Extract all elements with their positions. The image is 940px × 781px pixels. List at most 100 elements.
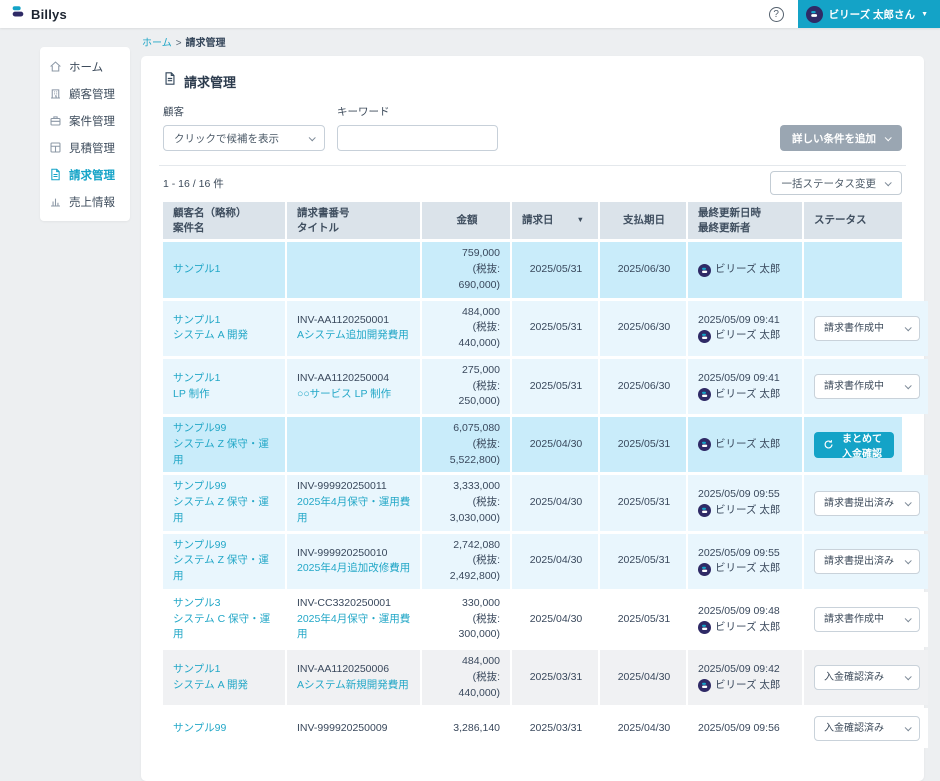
keyword-input[interactable] (337, 125, 498, 151)
invoice-row: サンプル3システム C 保守・運用INV-CC33202500012025年4月… (163, 592, 902, 647)
cell-status: 入金確認済み (804, 650, 928, 705)
status-select[interactable]: 請求書提出済み (814, 491, 920, 516)
bulk-payment-confirm-button[interactable]: まとめて入金確認 (814, 432, 894, 458)
advanced-filter-button[interactable]: 詳しい条件を追加 (780, 125, 902, 151)
page-title: 請求管理 (184, 72, 236, 91)
help-icon[interactable]: ? (769, 7, 784, 22)
status-label: 請求書作成中 (824, 321, 884, 336)
cell-invoice (287, 242, 420, 297)
cell-customer-project: サンプル99システム Z 保守・運用 (163, 475, 285, 530)
project-link[interactable]: システム Z 保守・運用 (173, 495, 277, 527)
chevron-down-icon (905, 382, 912, 389)
project-link[interactable]: システム A 開発 (173, 328, 277, 344)
building-icon (49, 87, 62, 100)
status-label: 請求書作成中 (824, 379, 884, 394)
invoice-number: INV-999920250010 (297, 546, 412, 562)
cell-due-date: 2025/05/31 (600, 417, 686, 472)
amount-tax-excluded: (税抜: 3,030,000) (432, 495, 500, 527)
cell-status: まとめて入金確認 (804, 417, 902, 472)
sidebar-item-label: ホーム (69, 59, 103, 75)
sidebar-item-building[interactable]: 顧客管理 (40, 80, 130, 107)
invoice-row: サンプル99システム Z 保守・運用 INV-9999202500102025年4… (163, 534, 902, 589)
invoice-row: サンプル1システム A 開発INV-AA1120250006Aシステム新規開発費… (163, 650, 902, 705)
estimate-icon (49, 141, 62, 154)
customer-link[interactable]: サンプル1 (173, 371, 277, 387)
customer-link[interactable]: サンプル1 (173, 662, 277, 678)
status-select[interactable]: 入金確認済み (814, 716, 920, 741)
bulk-status-change-button[interactable]: 一括ステータス変更 (770, 171, 903, 195)
amount-tax-excluded: (税抜: 440,000) (432, 670, 500, 702)
cell-billing-date: 2025/04/30 (512, 475, 598, 530)
invoice-title-link[interactable]: 2025年4月追加改修費用 (297, 561, 412, 577)
customer-link[interactable]: サンプル1 (173, 262, 277, 278)
invoice-title-link[interactable]: ○○サービス LP 制作 (297, 387, 412, 403)
customer-filter-select[interactable]: クリックで候補を表示 (163, 125, 325, 151)
project-link[interactable]: LP 制作 (173, 387, 277, 403)
customer-link[interactable]: サンプル99 (173, 538, 277, 554)
cell-status: 請求書作成中 (804, 359, 928, 414)
invoice-row: サンプル1システム A 開発INV-AA1120250001Aシステム追加開発費… (163, 301, 902, 356)
cell-due-date: 2025/06/30 (600, 301, 686, 356)
updated-at: 2025/05/09 09:42 (698, 662, 794, 678)
cell-last-updated: 2025/05/09 09:41ビリーズ 太郎 (688, 359, 802, 414)
customer-link[interactable]: サンプル99 (173, 479, 277, 495)
status-select[interactable]: 請求書作成中 (814, 316, 920, 341)
column-header-billing_date[interactable]: 請求日▼ (512, 202, 598, 239)
status-select[interactable]: 入金確認済み (814, 665, 920, 690)
project-link[interactable]: システム C 保守・運用 (173, 612, 277, 644)
invoice-row: サンプル1LP 制作INV-AA1120250004○○サービス LP 制作27… (163, 359, 902, 414)
breadcrumb: ホーム>請求管理 (142, 34, 924, 49)
cell-last-updated: 2025/05/09 09:55ビリーズ 太郎 (688, 475, 802, 530)
amount-tax-excluded: (税抜: 300,000) (432, 612, 500, 644)
customer-link[interactable]: サンプル99 (173, 421, 277, 437)
project-link[interactable]: システム Z 保守・運用 (173, 553, 277, 585)
invoice-title-link[interactable]: Aシステム新規開発費用 (297, 678, 412, 694)
user-menu-button[interactable]: ビリーズ 太郎さん ▼ (798, 0, 940, 28)
cell-customer-project: サンプル99システム Z 保守・運用 (163, 534, 285, 589)
column-header-due_date: 支払期日 (600, 202, 686, 239)
amount-value: 6,075,080 (453, 421, 500, 437)
status-select[interactable]: 請求書提出済み (814, 549, 920, 574)
invoice-title-link[interactable]: 2025年4月保守・運用費用 (297, 495, 412, 527)
sidebar-item-estimate[interactable]: 見積管理 (40, 134, 130, 161)
customer-filter-value: クリックで候補を表示 (174, 131, 279, 146)
updated-at: 2025/05/09 09:55 (698, 546, 794, 562)
project-link[interactable]: システム A 開発 (173, 678, 277, 694)
breadcrumb-item[interactable]: ホーム (142, 38, 172, 49)
updater-name: ビリーズ 太郎 (715, 561, 780, 577)
invoice-page-icon (163, 71, 177, 91)
sidebar-item-briefcase[interactable]: 案件管理 (40, 107, 130, 134)
cell-status (804, 242, 902, 297)
chart-icon (49, 195, 62, 208)
customer-link[interactable]: サンプル1 (173, 313, 277, 329)
filter-bar: 顧客 クリックで候補を表示 キーワード 詳しい条件を追加 (163, 104, 902, 151)
project-link[interactable]: システム Z 保守・運用 (173, 437, 277, 469)
status-select[interactable]: 請求書作成中 (814, 374, 920, 399)
sidebar-item-chart[interactable]: 売上情報 (40, 188, 130, 215)
sidebar-item-invoice[interactable]: 請求管理 (40, 161, 130, 188)
customer-link[interactable]: サンプル99 (173, 721, 277, 737)
status-label: 入金確認済み (824, 721, 884, 736)
invoice-title-link[interactable]: Aシステム追加開発費用 (297, 328, 412, 344)
cell-last-updated: ビリーズ 太郎 (688, 417, 802, 472)
chevron-down-icon (309, 134, 316, 141)
sort-desc-icon[interactable]: ▼ (577, 215, 584, 226)
sidebar-item-home[interactable]: ホーム (40, 53, 130, 80)
invoice-row: サンプル99INV-9999202500093,286,1402025/03/3… (163, 708, 902, 748)
cell-customer-project: サンプル1システム A 開発 (163, 301, 285, 356)
briefcase-icon (49, 114, 62, 127)
updater-avatar-icon (698, 621, 711, 634)
status-select[interactable]: 請求書作成中 (814, 607, 920, 632)
cell-amount: 3,286,140 (422, 708, 510, 748)
invoice-title-link[interactable]: 2025年4月保守・運用費用 (297, 612, 412, 644)
amount-value: 3,286,140 (453, 721, 500, 737)
page-title-row: 請求管理 (163, 71, 902, 91)
cell-due-date: 2025/04/30 (600, 708, 686, 748)
brand-name: Billys (31, 7, 67, 22)
customer-link[interactable]: サンプル3 (173, 596, 277, 612)
column-header-customer: 顧客名（略称）案件名 (163, 202, 285, 239)
chevron-down-icon (905, 674, 912, 681)
cell-billing-date: 2025/04/30 (512, 417, 598, 472)
invoice-row: サンプル99システム Z 保守・運用INV-9999202500112025年4… (163, 475, 902, 530)
updater-avatar-icon (698, 330, 711, 343)
